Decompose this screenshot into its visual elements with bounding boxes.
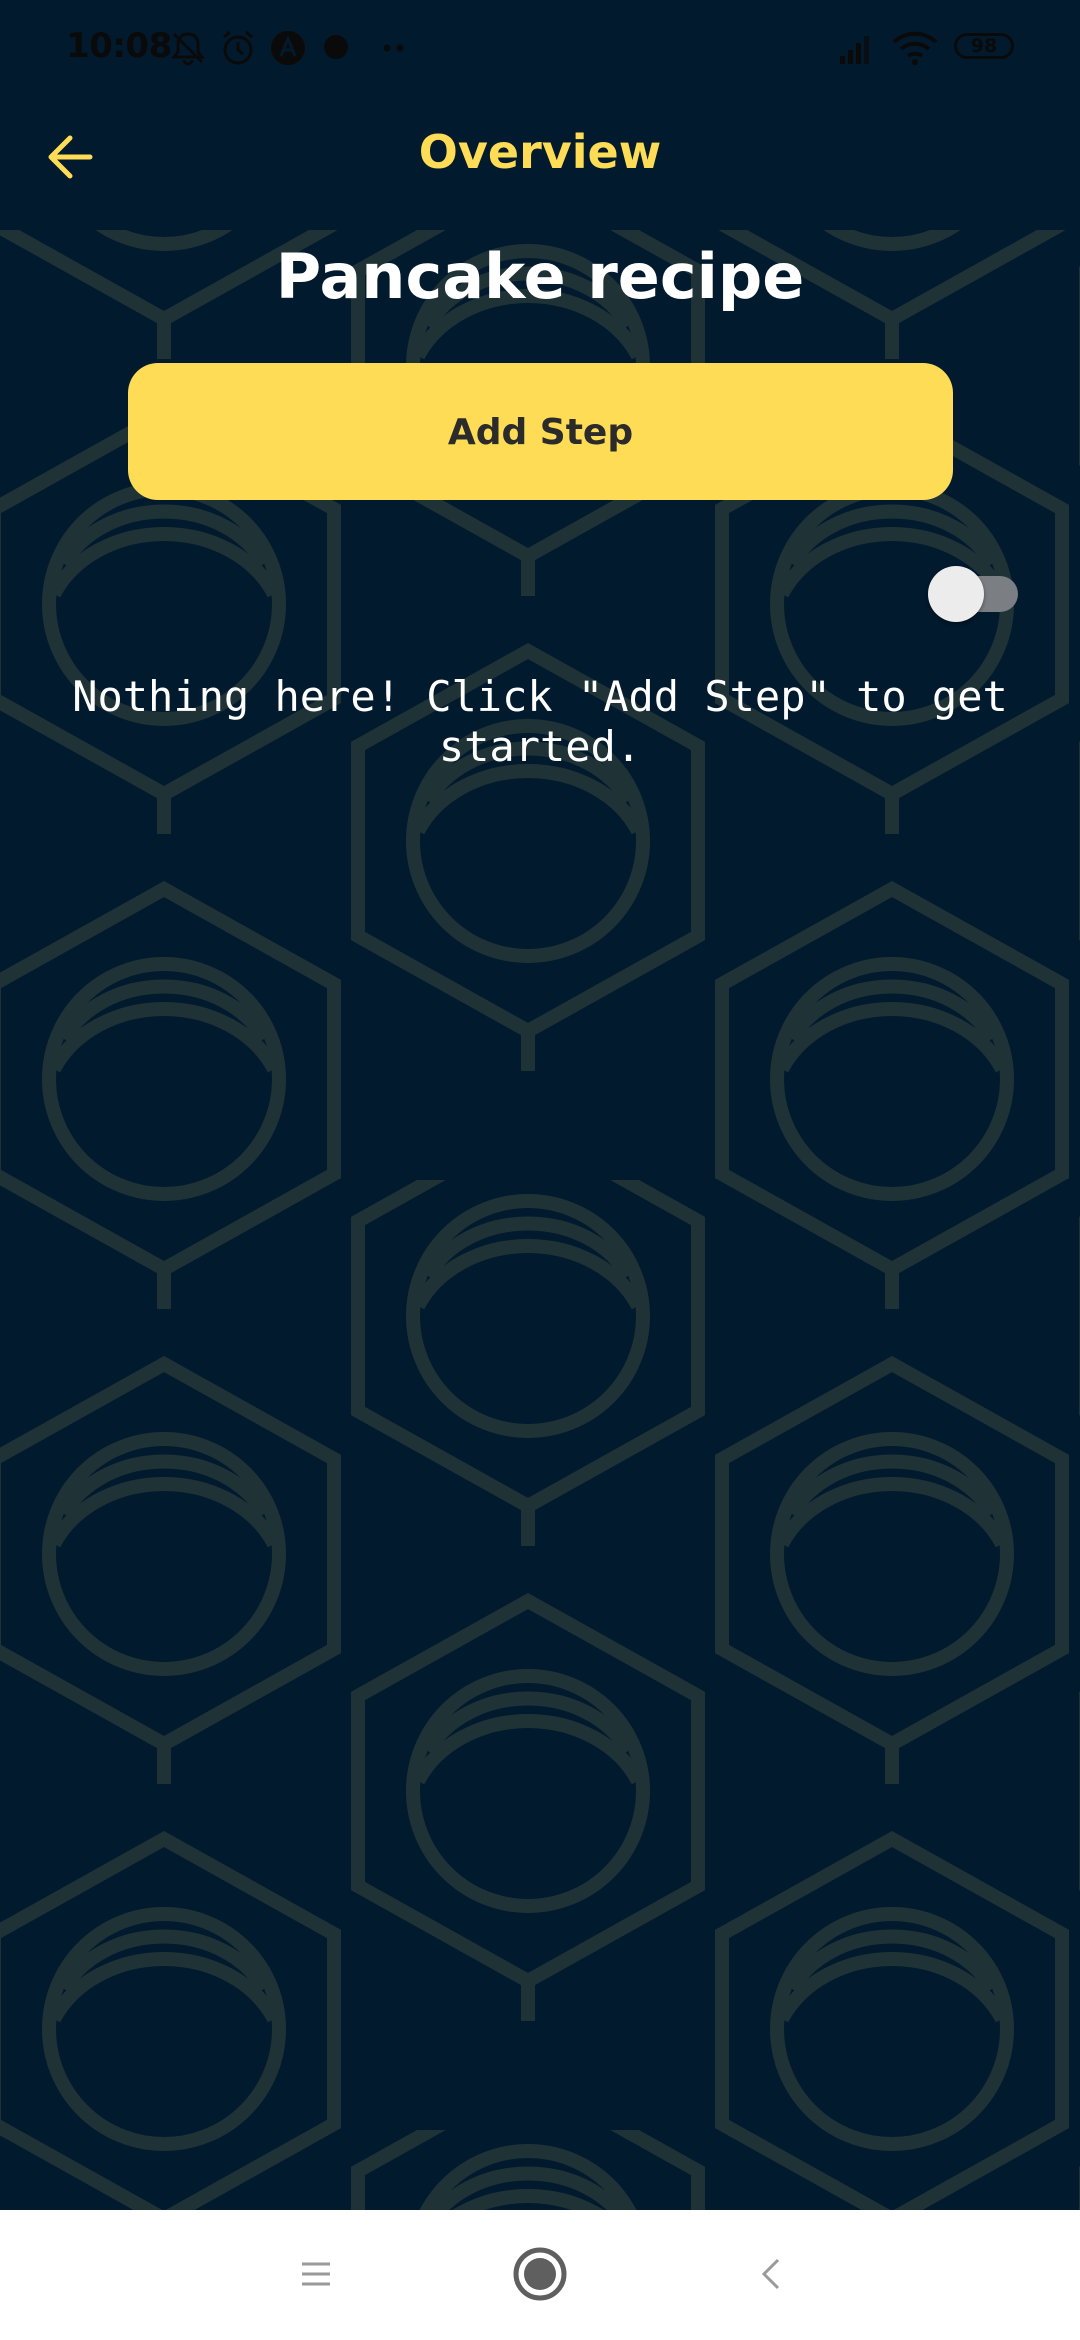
toggle-thumb xyxy=(928,566,984,622)
app-bar: Overview xyxy=(0,95,1080,230)
empty-state-message: Nothing here! Click "Add Step" to get st… xyxy=(72,672,1008,771)
wifi-icon xyxy=(892,31,938,65)
battery-icon: 98 xyxy=(954,33,1014,59)
more-dots-icon xyxy=(383,44,404,52)
toggle-switch[interactable] xyxy=(928,566,1018,622)
system-nav-bar xyxy=(0,2210,1080,2340)
add-step-button[interactable]: Add Step xyxy=(128,363,953,500)
home-icon[interactable] xyxy=(508,2210,572,2340)
page-title: Overview xyxy=(418,125,662,179)
alarm-icon xyxy=(223,30,253,65)
background-pattern xyxy=(0,230,1080,2210)
notifications-off-icon xyxy=(170,32,206,66)
status-time: 10:08 xyxy=(66,26,172,66)
back-icon[interactable] xyxy=(752,2210,792,2340)
menu-icon[interactable] xyxy=(296,2210,336,2340)
app-a-icon xyxy=(271,31,305,65)
main-content: Pancake recipe Add Step Nothing here! Cl… xyxy=(0,230,1080,2210)
record-dot-icon xyxy=(324,35,348,59)
signal-icon xyxy=(840,36,869,64)
status-bar: 10:08 98 xyxy=(0,0,1080,95)
recipe-title: Pancake recipe xyxy=(275,240,805,313)
